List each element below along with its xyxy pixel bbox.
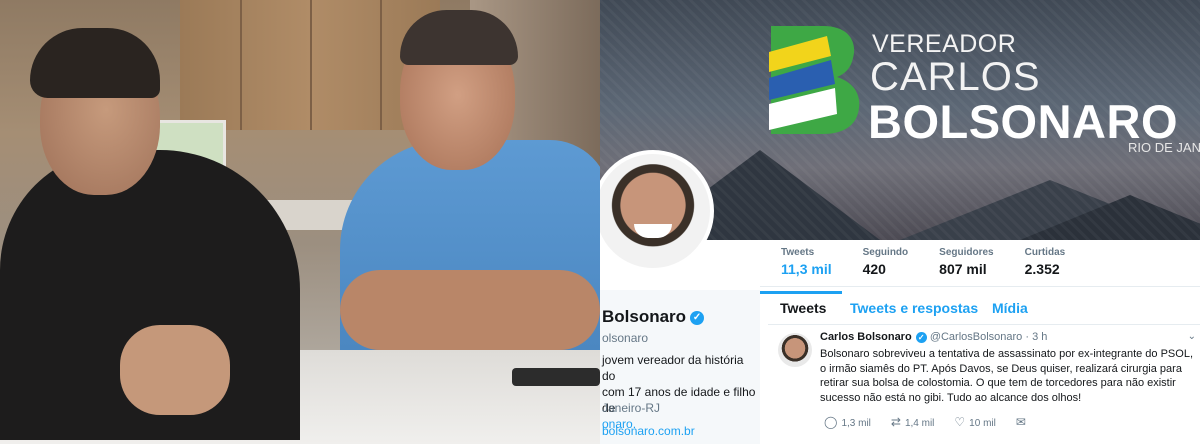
man-hair-left <box>30 28 160 98</box>
stat-label: Curtidas <box>1024 247 1066 258</box>
verified-icon: ✓ <box>690 310 705 325</box>
retweet-icon: ⇄ <box>890 415 901 429</box>
clasped-hands <box>120 325 230 415</box>
stat-label: Tweets <box>781 247 815 258</box>
profile-handle[interactable]: olsonaro <box>602 331 648 345</box>
envelope-icon: ✉ <box>1015 415 1026 429</box>
stat-label: Seguindo <box>862 247 909 258</box>
stat-value: 2.352 <box>1024 261 1060 277</box>
heart-icon: ♡ <box>954 415 966 429</box>
stat-value: 11,3 mil <box>781 261 832 277</box>
tweet-feed: Tweets Tweets e respostas Mídia Carlos B… <box>768 290 1200 444</box>
reply-count: 1,3 mil <box>841 418 871 429</box>
tweet-avatar[interactable] <box>778 333 812 367</box>
profile-name-text: Bolsonaro <box>602 307 687 326</box>
profile-sidebar: Bolsonaro ✓ olsonaro jovem vereador da hi… <box>600 290 760 444</box>
tab-tweets[interactable]: Tweets <box>780 300 826 316</box>
phone-on-table <box>512 368 600 386</box>
tweet-time[interactable]: · 3 h <box>1025 331 1047 343</box>
tweet-actions: ◯ 1,3 mil ⇄ 1,4 mil ♡ 10 mil ✉ <box>824 415 1030 429</box>
retweet-button[interactable]: ⇄ 1,4 mil <box>891 415 935 429</box>
bio-line: jovem vereador da história do <box>602 353 744 383</box>
tab-media[interactable]: Mídia <box>992 300 1028 316</box>
reply-icon: ◯ <box>824 415 838 429</box>
retweet-count: 1,4 mil <box>904 418 935 429</box>
profile-bio: jovem vereador da história do com 17 ano… <box>602 352 760 432</box>
profile-url[interactable]: bolsonaro.com.br <box>602 424 695 438</box>
message-button[interactable]: ✉ <box>1016 415 1030 429</box>
banner-subtitle: RIO DE JANEIRO / R <box>1128 140 1200 155</box>
tweet[interactable]: Carlos Bolsonaro ✓ @CarlosBolsonaro · 3 … <box>768 325 1200 444</box>
tweet-handle[interactable]: @CarlosBolsonaro <box>930 331 1023 343</box>
tweet-text: Bolsonaro sobreviveu a tentativa de assa… <box>820 348 1194 404</box>
chevron-down-icon[interactable]: ⌄ <box>1188 331 1196 342</box>
man-arm <box>340 270 600 350</box>
stat-value: 420 <box>862 261 886 277</box>
tweet-header: Carlos Bolsonaro ✓ @CarlosBolsonaro · 3 … <box>820 331 1047 343</box>
feed-tabs: Tweets Tweets e respostas Mídia <box>768 290 1200 325</box>
photo-panel <box>0 0 600 444</box>
tweet-author[interactable]: Carlos Bolsonaro <box>820 331 912 343</box>
profile-location: Janeiro-RJ <box>602 401 661 415</box>
stat-value: 807 mil <box>939 261 987 277</box>
reply-button[interactable]: ◯ 1,3 mil <box>824 415 871 429</box>
twitter-profile: VEREADOR CARLOS BOLSONARO RIO DE JANEIRO… <box>600 0 1200 444</box>
like-button[interactable]: ♡ 10 mil <box>954 415 995 429</box>
profile-name: Bolsonaro ✓ <box>602 307 705 327</box>
tab-tweets-replies[interactable]: Tweets e respostas <box>850 300 978 316</box>
like-count: 10 mil <box>969 418 996 429</box>
b-logo-icon <box>769 26 860 134</box>
stat-label: Seguidores <box>939 247 994 258</box>
divider <box>760 286 1200 287</box>
verified-icon: ✓ <box>915 331 927 343</box>
profile-avatar[interactable] <box>600 150 714 272</box>
